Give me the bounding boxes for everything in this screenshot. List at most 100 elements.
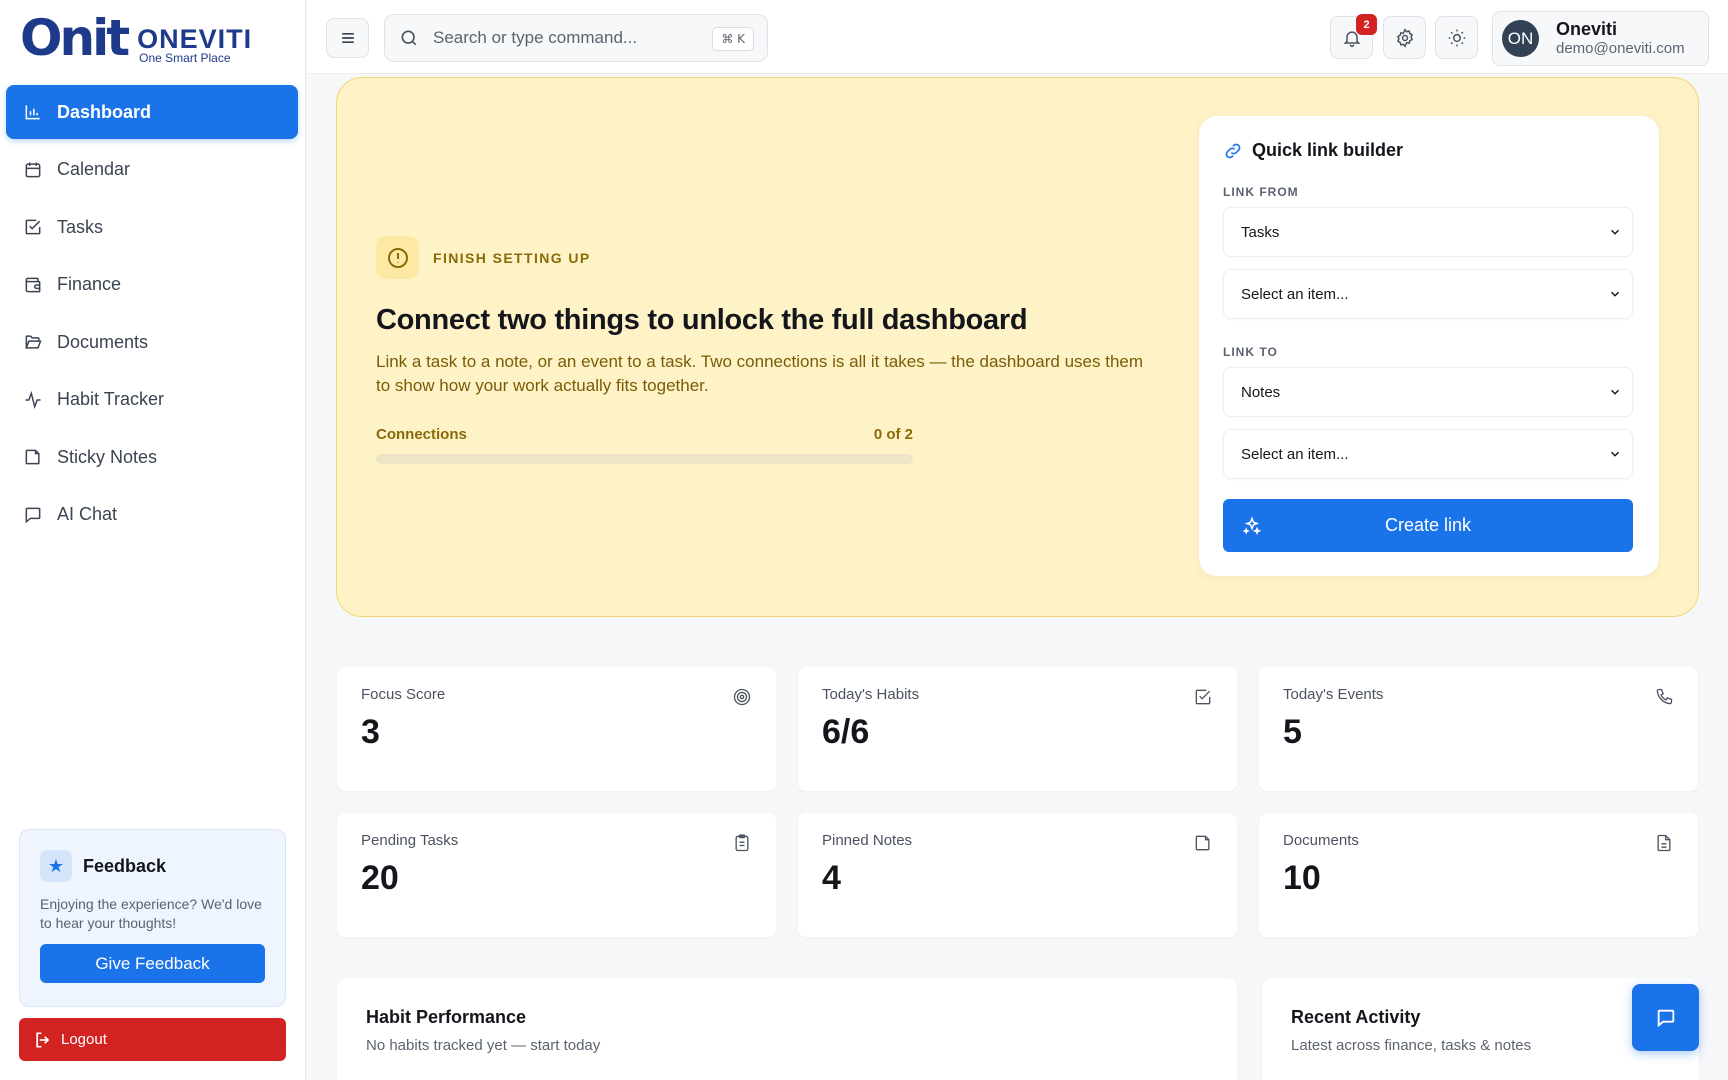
setup-description: Link a task to a note, or an event to a … bbox=[376, 352, 1144, 395]
panel-subtitle: No habits tracked yet — start today bbox=[366, 1037, 601, 1054]
sidebar: Onit ONEVITI One Smart Place Dashboard C… bbox=[0, 0, 306, 1080]
chevron-down-icon bbox=[1610, 291, 1620, 297]
sidebar-item-habit-tracker[interactable]: Habit Tracker bbox=[6, 373, 298, 427]
stat-value: 10 bbox=[1283, 859, 1321, 897]
link-from-item-select[interactable]: Select an item... bbox=[1223, 269, 1633, 319]
sidebar-item-dashboard[interactable]: Dashboard bbox=[6, 85, 298, 139]
sidebar-item-finance[interactable]: Finance bbox=[6, 258, 298, 312]
sidebar-item-label: Habit Tracker bbox=[57, 389, 165, 409]
stat-label: Pending Tasks bbox=[361, 832, 459, 849]
link-icon bbox=[1225, 143, 1241, 158]
hamburger-icon bbox=[341, 33, 354, 43]
stat-value: 5 bbox=[1283, 713, 1302, 751]
theme-toggle-button[interactable] bbox=[1435, 16, 1478, 59]
select-value: Tasks bbox=[1241, 223, 1280, 241]
setup-banner: FINISH SETTING UP Connect two things to … bbox=[336, 77, 1699, 617]
alert-circle-icon bbox=[376, 236, 419, 279]
stat-card-documents[interactable]: Documents 10 bbox=[1259, 813, 1698, 937]
folder-icon bbox=[23, 332, 43, 352]
sidebar-item-label: AI Chat bbox=[57, 504, 118, 524]
panel-subtitle: Latest across finance, tasks & notes bbox=[1291, 1037, 1532, 1054]
sidebar-item-label: Dashboard bbox=[57, 101, 152, 122]
sidebar-item-ai-chat[interactable]: AI Chat bbox=[6, 488, 298, 542]
create-link-label: Create link bbox=[1384, 515, 1472, 535]
notifications-button[interactable]: 2 bbox=[1330, 14, 1377, 59]
sidebar-item-sticky-notes[interactable]: Sticky Notes bbox=[6, 430, 298, 484]
stat-label: Today's Events bbox=[1283, 686, 1384, 703]
clipboard-icon bbox=[732, 833, 752, 853]
activity-icon bbox=[23, 390, 43, 410]
avatar: ON bbox=[1502, 20, 1539, 57]
chevron-down-icon bbox=[1610, 229, 1620, 235]
phone-icon bbox=[1654, 687, 1674, 707]
connections-count: 0 of 2 bbox=[873, 426, 913, 443]
panel-title: Recent Activity bbox=[1291, 1007, 1421, 1027]
sidebar-item-label: Finance bbox=[57, 274, 122, 294]
stat-card-todays-habits[interactable]: Today's Habits 6/6 bbox=[798, 667, 1237, 791]
stat-card-pinned-notes[interactable]: Pinned Notes 4 bbox=[798, 813, 1237, 937]
stat-card-pending-tasks[interactable]: Pending Tasks 20 bbox=[337, 813, 776, 937]
search-box[interactable]: ⌘ K bbox=[384, 14, 768, 62]
quick-link-title: Quick link builder bbox=[1252, 140, 1404, 160]
stat-label: Focus Score bbox=[361, 686, 446, 703]
sidebar-nav: Dashboard Calendar Tasks Finance Documen… bbox=[6, 85, 298, 545]
stat-value: 20 bbox=[361, 859, 399, 897]
gear-icon bbox=[1396, 27, 1413, 48]
wallet-icon bbox=[23, 275, 43, 295]
stat-label: Pinned Notes bbox=[822, 832, 913, 849]
chat-fab-button[interactable] bbox=[1632, 984, 1699, 1051]
feedback-title: Feedback bbox=[83, 855, 167, 876]
link-from-type-select[interactable]: Tasks bbox=[1223, 207, 1633, 257]
calendar-icon bbox=[23, 160, 43, 180]
setup-title: Connect two things to unlock the full da… bbox=[376, 304, 1028, 336]
quick-link-builder: Quick link builder LINK FROM Tasks Selec… bbox=[1199, 116, 1659, 576]
create-link-button[interactable]: Create link bbox=[1223, 499, 1633, 552]
sun-icon bbox=[1448, 29, 1465, 46]
bar-chart-icon bbox=[23, 102, 43, 122]
link-from-label: LINK FROM bbox=[1223, 185, 1299, 199]
search-input[interactable] bbox=[433, 28, 693, 48]
user-name: Oneviti bbox=[1556, 18, 1618, 39]
chevron-down-icon bbox=[1610, 389, 1620, 395]
search-icon bbox=[401, 30, 417, 46]
select-value: Select an item... bbox=[1241, 445, 1349, 463]
link-to-item-select[interactable]: Select an item... bbox=[1223, 429, 1633, 479]
sticky-note-icon bbox=[23, 447, 43, 467]
stat-card-focus-score[interactable]: Focus Score 3 bbox=[337, 667, 776, 791]
sidebar-item-documents[interactable]: Documents bbox=[6, 315, 298, 369]
sidebar-item-calendar[interactable]: Calendar bbox=[6, 143, 298, 197]
topbar: ⌘ K 2 ON Oneviti demo@oneviti.com bbox=[307, 0, 1728, 74]
sparkles-icon bbox=[1242, 515, 1262, 535]
user-email: demo@oneviti.com bbox=[1556, 39, 1685, 57]
stat-label: Documents bbox=[1283, 832, 1359, 849]
file-text-icon bbox=[1654, 833, 1674, 853]
chevron-down-icon bbox=[1610, 451, 1620, 457]
check-square-icon bbox=[1193, 687, 1213, 707]
connections-progress bbox=[376, 454, 913, 464]
message-icon bbox=[23, 505, 43, 525]
stat-value: 4 bbox=[822, 859, 841, 897]
checkbox-icon bbox=[23, 217, 43, 237]
sidebar-item-label: Calendar bbox=[57, 159, 131, 179]
stat-value: 6/6 bbox=[822, 713, 870, 751]
feedback-card: ★ Feedback Enjoying the experience? We'd… bbox=[19, 829, 286, 1007]
brand-name: ONEVITI bbox=[137, 24, 253, 54]
menu-toggle-button[interactable] bbox=[326, 18, 369, 58]
brand-logo[interactable]: Onit ONEVITI One Smart Place bbox=[20, 12, 252, 64]
logout-label: Logout bbox=[61, 1031, 107, 1048]
sidebar-item-tasks[interactable]: Tasks bbox=[6, 200, 298, 254]
user-menu[interactable]: ON Oneviti demo@oneviti.com bbox=[1492, 11, 1709, 66]
feedback-text: Enjoying the experience? We'd love to he… bbox=[40, 896, 262, 931]
link-to-type-select[interactable]: Notes bbox=[1223, 367, 1633, 417]
stat-card-todays-events[interactable]: Today's Events 5 bbox=[1259, 667, 1698, 791]
logout-button[interactable]: Logout bbox=[19, 1018, 286, 1061]
logout-icon bbox=[36, 1032, 50, 1047]
notification-badge: 2 bbox=[1356, 14, 1377, 35]
logo-mark: Onit bbox=[20, 9, 130, 67]
setup-kicker: FINISH SETTING UP bbox=[433, 249, 591, 266]
sidebar-item-label: Sticky Notes bbox=[57, 446, 158, 467]
settings-button[interactable] bbox=[1383, 16, 1426, 59]
connections-label: Connections bbox=[376, 426, 467, 443]
select-value: Select an item... bbox=[1241, 285, 1349, 303]
give-feedback-button[interactable]: Give Feedback bbox=[40, 944, 265, 983]
